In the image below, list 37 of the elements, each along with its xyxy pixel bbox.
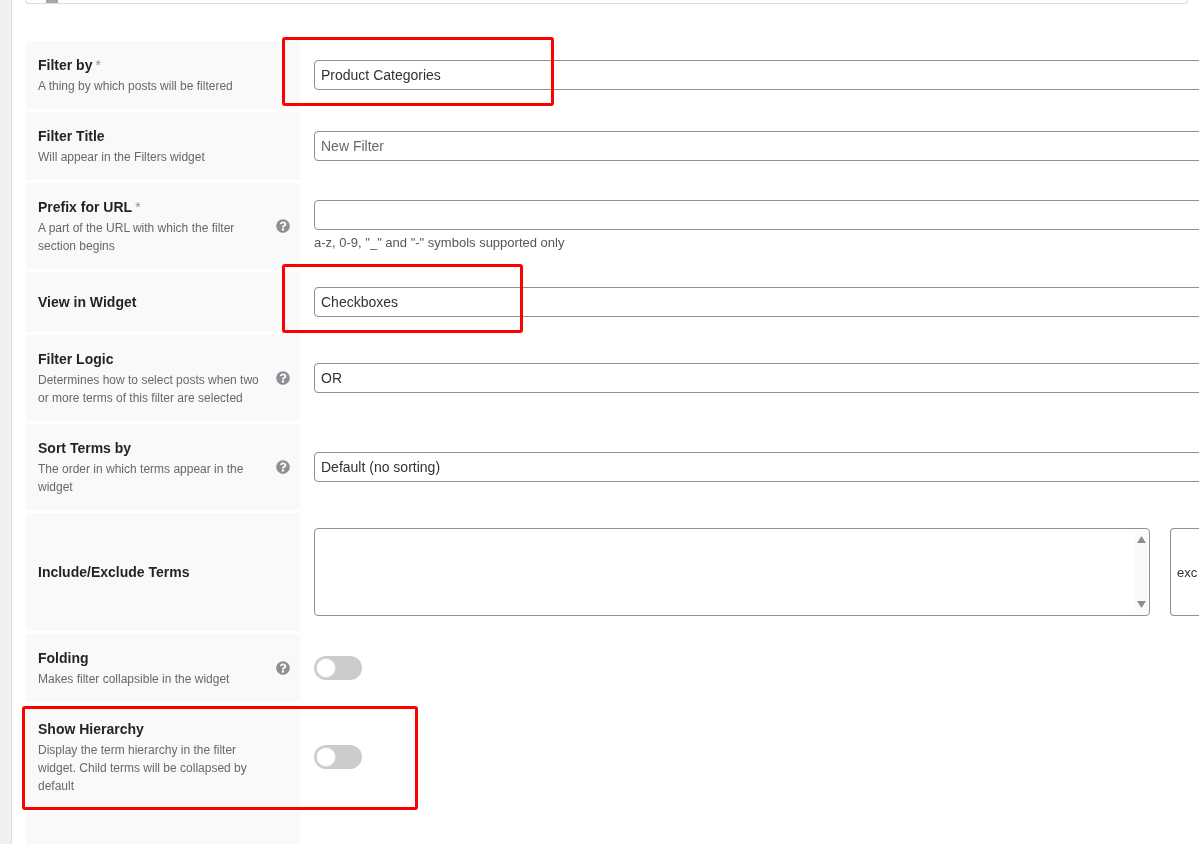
field-label: View in Widget <box>38 293 137 312</box>
help-icon[interactable] <box>276 219 290 233</box>
help-icon[interactable] <box>276 661 290 675</box>
field-description: A thing by which posts will be filtered <box>38 78 234 95</box>
field-description: The order in which terms appear in the widget <box>38 461 245 496</box>
scrollbar[interactable] <box>1135 530 1148 614</box>
select-field[interactable]: Product Categories <box>314 60 1199 90</box>
field-hint: a-z, 0-9, "_" and "-" symbols supported only <box>314 234 565 252</box>
toggle-switch[interactable] <box>314 745 362 769</box>
text-field[interactable]: New Filter <box>314 131 1199 161</box>
field-label: Include/Exclude Terms <box>38 563 190 582</box>
field-label: Show Hierarchy <box>38 720 144 739</box>
field-label: Filter by <box>38 56 93 75</box>
field-label: Prefix for URL <box>38 198 133 217</box>
dash-icon <box>46 0 58 3</box>
field-label: Filter Title <box>38 127 105 146</box>
select-field[interactable]: Default (no sorting) <box>314 452 1199 482</box>
select-field[interactable]: OR <box>314 363 1199 393</box>
field-label: Sort Terms by <box>38 439 132 458</box>
scroll-down-icon[interactable] <box>1137 601 1146 608</box>
terms-field[interactable] <box>314 528 1150 616</box>
text-field[interactable] <box>314 200 1199 230</box>
scroll-up-icon[interactable] <box>1137 536 1146 543</box>
field-description: Makes filter collapsible in the widget <box>38 671 231 688</box>
field-description: Will appear in the Filters widget <box>38 149 206 166</box>
help-icon[interactable] <box>276 371 290 385</box>
select-field[interactable]: exc <box>1170 528 1199 616</box>
field-description: Display the term hierarchy in the filter widget. Child terms will be collapsed by default <box>38 742 248 795</box>
help-icon[interactable] <box>276 460 290 474</box>
required-mark: * <box>135 198 141 217</box>
field-description: A part of the URL with which the filter section begins <box>38 220 236 255</box>
toggle-switch[interactable] <box>314 656 362 680</box>
field-label: Folding <box>38 649 89 668</box>
field-label: Filter Logic <box>38 350 114 369</box>
select-field[interactable]: Checkboxes <box>314 287 1199 317</box>
required-mark: * <box>95 56 101 75</box>
field-description: Determines how to select posts when two or more terms of this filter are selected <box>38 372 260 407</box>
